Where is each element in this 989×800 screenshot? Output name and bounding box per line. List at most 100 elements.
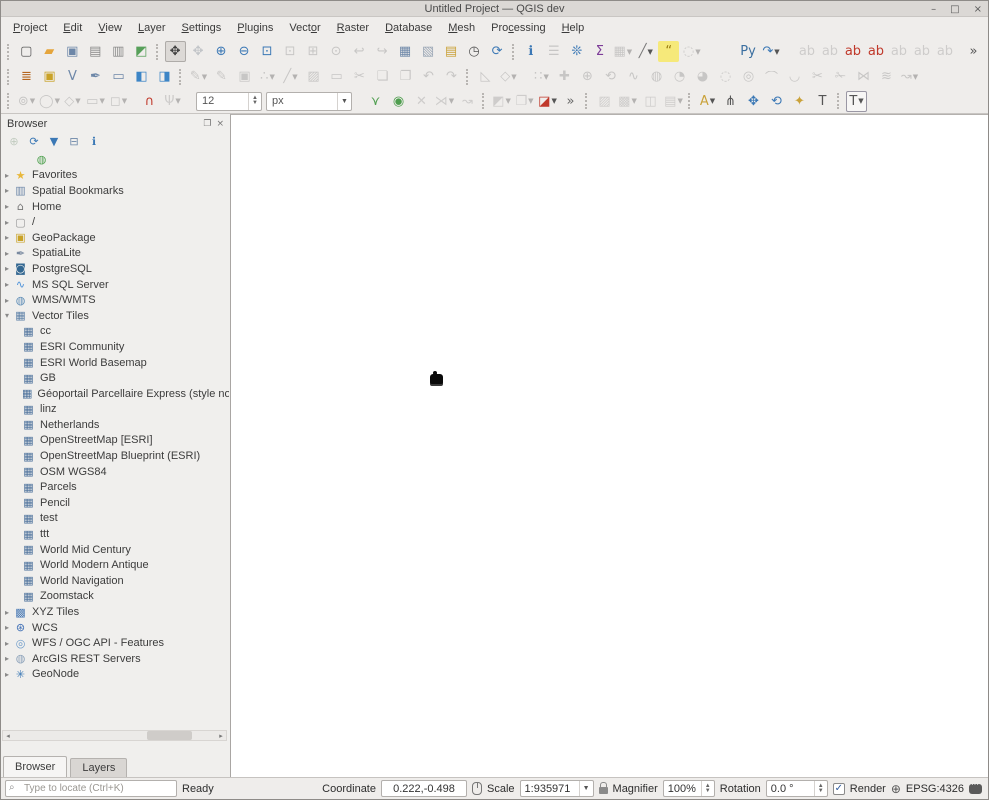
expand-arrow[interactable]: ▸ bbox=[5, 296, 14, 305]
tree-item-home[interactable]: ▸⌂Home bbox=[1, 199, 229, 215]
new-temporary-scratch-layer-button[interactable]: ▭ bbox=[108, 66, 129, 87]
new-virtual-layer-button[interactable]: ◨ bbox=[154, 66, 175, 87]
expand-arrow[interactable]: ▸ bbox=[5, 639, 14, 648]
change-label-properties-button[interactable]: ✦ bbox=[789, 91, 810, 112]
tree-item-xyz-tiles[interactable]: ▸▩XYZ Tiles bbox=[1, 604, 229, 620]
tree-item-wcs[interactable]: ▸⊛WCS bbox=[1, 620, 229, 636]
enable-properties-widget-button[interactable]: ℹ bbox=[85, 132, 103, 150]
tree-item-openstreetmap-blueprint-esri[interactable]: ▦OpenStreetMap Blueprint (ESRI) bbox=[1, 448, 229, 464]
chevron-down-icon[interactable]: ▼ bbox=[579, 781, 593, 796]
crs-globe-icon[interactable]: ⊕ bbox=[891, 782, 901, 796]
tab-browser[interactable]: Browser bbox=[3, 756, 67, 777]
maximize-button[interactable]: □ bbox=[950, 4, 959, 15]
tree-item-osm-wgs84[interactable]: ▦OSM WGS84 bbox=[1, 464, 229, 480]
tree-item-linz[interactable]: ▦linz bbox=[1, 402, 229, 418]
layer-diagram-options-button[interactable]: ab bbox=[865, 41, 886, 62]
lock-scale-icon[interactable] bbox=[599, 787, 608, 794]
new-spatialite-layer-button[interactable]: ✒ bbox=[85, 66, 106, 87]
tree-item-wms-wmts[interactable]: ▸◍WMS/WMTS bbox=[1, 292, 229, 308]
expand-arrow[interactable]: ▸ bbox=[5, 249, 14, 258]
pan-map-button[interactable]: ✥ bbox=[165, 41, 186, 62]
new-3d-map-view-button[interactable]: ▧ bbox=[418, 41, 439, 62]
processing-toolbox-button[interactable]: ❊ bbox=[566, 41, 587, 62]
menu-settings[interactable]: Settings bbox=[173, 19, 229, 37]
tree-item-postgresql[interactable]: ▸◙PostgreSQL bbox=[1, 261, 229, 277]
row3-overflow-button[interactable]: » bbox=[560, 91, 581, 112]
menu-processing[interactable]: Processing bbox=[483, 19, 553, 37]
menu-layer[interactable]: Layer bbox=[130, 19, 174, 37]
tree-item-geopackage[interactable]: ▸▣GeoPackage bbox=[1, 230, 229, 246]
tree-item-arcgis-rest-servers[interactable]: ▸◍ArcGIS REST Servers bbox=[1, 651, 229, 667]
menu-help[interactable]: Help bbox=[554, 19, 593, 37]
expand-arrow[interactable]: ▸ bbox=[5, 218, 14, 227]
tree-item-world-navigation[interactable]: ▦World Navigation bbox=[1, 573, 229, 589]
hscroll-right-arrow[interactable]: ▸ bbox=[216, 732, 226, 740]
close-button[interactable]: × bbox=[974, 4, 982, 15]
minimize-button[interactable]: – bbox=[931, 4, 936, 15]
messages-icon[interactable] bbox=[969, 784, 982, 794]
tab-layers[interactable]: Layers bbox=[70, 758, 127, 777]
hscroll-left-arrow[interactable]: ◂ bbox=[3, 732, 13, 740]
label-options-button[interactable]: A▼ bbox=[697, 91, 718, 112]
temporal-controller-button[interactable]: ◷ bbox=[464, 41, 485, 62]
refresh-map-button[interactable]: ⟳ bbox=[487, 41, 508, 62]
tree-item-spatial-bookmarks[interactable]: ▸▥Spatial Bookmarks bbox=[1, 183, 229, 199]
panel-float-icon[interactable]: ❐ bbox=[203, 119, 211, 129]
open-project-button[interactable]: ▰ bbox=[39, 41, 60, 62]
menu-project[interactable]: Project bbox=[5, 19, 55, 37]
tree-item-cc[interactable]: ▦cc bbox=[1, 324, 229, 340]
new-map-view-button[interactable]: ▦ bbox=[395, 41, 416, 62]
python-console-button[interactable]: Py bbox=[738, 41, 759, 62]
tree-item-spatialite[interactable]: ▸✒SpatiaLite bbox=[1, 246, 229, 262]
expand-arrow[interactable]: ▸ bbox=[5, 654, 14, 663]
expand-arrow[interactable]: ▸ bbox=[5, 264, 14, 273]
layout-manager-button[interactable]: ▥ bbox=[108, 41, 129, 62]
menu-raster[interactable]: Raster bbox=[329, 19, 377, 37]
tree-item-esri-community[interactable]: ▦ESRI Community bbox=[1, 339, 229, 355]
expand-arrow[interactable]: ▸ bbox=[5, 171, 14, 180]
save-project-button[interactable]: ▣ bbox=[62, 41, 83, 62]
menu-view[interactable]: View bbox=[90, 19, 130, 37]
tree-item-vector-tiles[interactable]: ▾▦Vector Tiles bbox=[1, 308, 229, 324]
tree-item-world-modern-antique[interactable]: ▦World Modern Antique bbox=[1, 557, 229, 573]
expand-arrow[interactable]: ▸ bbox=[5, 186, 14, 195]
tree-item-ttt[interactable]: ▦ttt bbox=[1, 526, 229, 542]
menu-plugins[interactable]: Plugins bbox=[229, 19, 281, 37]
move-label-diagram-button[interactable]: ✥ bbox=[743, 91, 764, 112]
tree-item-world-mid-century[interactable]: ▦World Mid Century bbox=[1, 542, 229, 558]
map-canvas[interactable] bbox=[230, 114, 988, 777]
snap-tolerance-spinbox[interactable]: 12▲▼ bbox=[196, 92, 262, 111]
tree-item-openstreetmap-esri[interactable]: ▦OpenStreetMap [ESRI] bbox=[1, 433, 229, 449]
new-print-layout-button[interactable]: ▤ bbox=[85, 41, 106, 62]
crs-status[interactable]: EPSG:4326 bbox=[906, 783, 964, 795]
panel-close-icon[interactable]: × bbox=[216, 119, 224, 129]
collapse-all-button[interactable]: ⊟ bbox=[65, 132, 83, 150]
tree-item-pencil[interactable]: ▦Pencil bbox=[1, 495, 229, 511]
tree-item-netherlands[interactable]: ▦Netherlands bbox=[1, 417, 229, 433]
tree-item-esri-world-basemap[interactable]: ▦ESRI World Basemap bbox=[1, 355, 229, 371]
enable-tracing-button[interactable]: ⋎ bbox=[365, 91, 386, 112]
expand-arrow[interactable]: ▸ bbox=[5, 670, 14, 679]
show-statistics-panel-button[interactable]: Σ bbox=[589, 41, 610, 62]
menu-database[interactable]: Database bbox=[377, 19, 440, 37]
tree-item-test[interactable]: ▦test bbox=[1, 511, 229, 527]
expand-arrow-open[interactable]: ▾ bbox=[5, 311, 14, 320]
browser-hscrollbar[interactable]: ◂ ▸ bbox=[2, 730, 227, 741]
magnifier-spinbox[interactable]: 100% ▲▼ bbox=[663, 780, 715, 797]
rotation-spinbox[interactable]: 0.0 ° ▲▼ bbox=[766, 780, 828, 797]
tree-item-zoomstack[interactable]: ▦Zoomstack bbox=[1, 589, 229, 605]
tree-item-geonode[interactable]: ▸✳GeoNode bbox=[1, 667, 229, 683]
menu-edit[interactable]: Edit bbox=[55, 19, 90, 37]
tree-item-favorites[interactable]: ▸★Favorites bbox=[1, 168, 229, 184]
coordinate-field[interactable]: 0.222,-0.498 bbox=[381, 780, 467, 797]
new-geopackage-layer-button[interactable]: ▣ bbox=[39, 66, 60, 87]
text-tool-button[interactable]: T bbox=[812, 91, 833, 112]
new-shapefile-layer-button[interactable]: V bbox=[62, 66, 83, 87]
map-nav-history-button[interactable]: ↷▼ bbox=[761, 41, 782, 62]
locate-input[interactable] bbox=[5, 780, 177, 797]
tree-item-ms-sql-server[interactable]: ▸∿MS SQL Server bbox=[1, 277, 229, 293]
text-format-combo-button[interactable]: T▼ bbox=[846, 91, 867, 112]
tree-item-wfs-ogc-api-features[interactable]: ▸◎WFS / OGC API - Features bbox=[1, 635, 229, 651]
hscroll-thumb[interactable] bbox=[147, 731, 192, 740]
scale-combo[interactable]: 1:935971 ▼ bbox=[520, 780, 594, 797]
